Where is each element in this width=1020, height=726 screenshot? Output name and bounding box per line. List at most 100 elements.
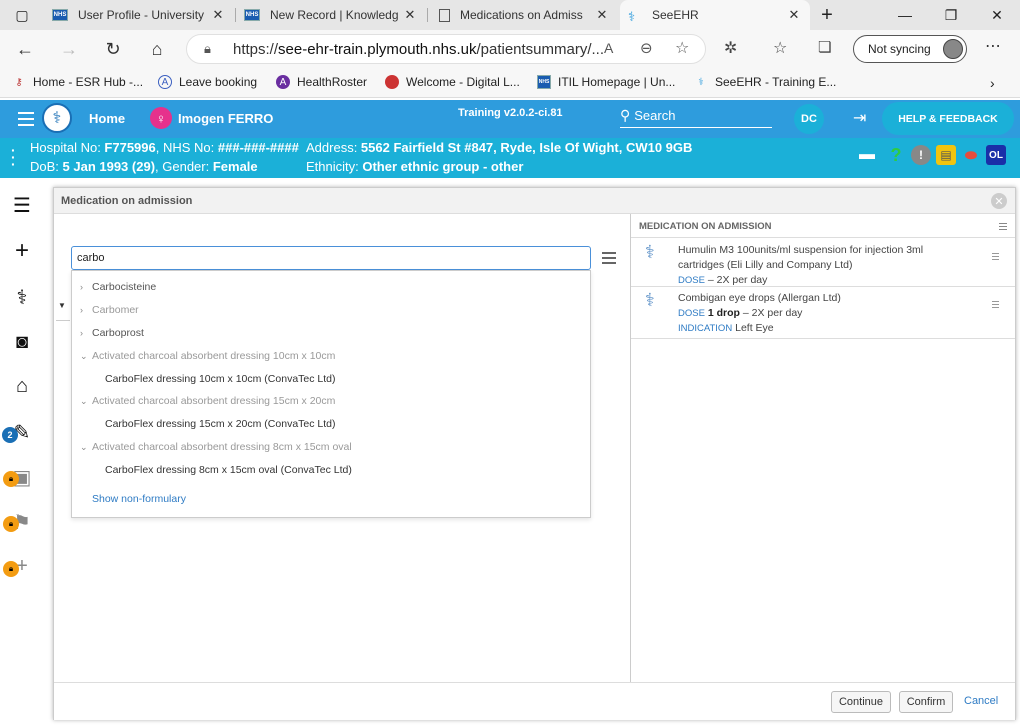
bookmark-leave-booking[interactable]: A Leave booking xyxy=(158,75,257,89)
version-label: Training v2.0.2-ci.81 xyxy=(458,107,563,119)
question-icon[interactable]: ? xyxy=(886,145,906,165)
banner-menu-icon[interactable]: · · · xyxy=(11,143,16,171)
page-icon xyxy=(439,8,450,22)
minimize-icon[interactable]: — xyxy=(882,0,928,30)
patient-name[interactable]: Imogen FERRO xyxy=(178,111,273,126)
key-icon: ⚷ xyxy=(15,76,23,88)
logout-icon[interactable]: ⇥ xyxy=(853,108,866,128)
medication-list-header: MEDICATION ON ADMISSION xyxy=(631,214,1015,238)
result-item-carboflex-10x10[interactable]: CarboFlex dressing 10cm x 10cm (ConvaTec… xyxy=(105,373,336,385)
new-tab-icon[interactable]: + xyxy=(808,0,846,30)
hospital-icon[interactable]: ⌂ xyxy=(9,374,35,398)
search-icon: ⚲ xyxy=(620,107,631,123)
address-line: Address: 5562 Fairfield St #847, Ryde, I… xyxy=(306,140,693,155)
confirm-button[interactable]: Confirm xyxy=(899,691,953,713)
a-icon: A xyxy=(158,75,172,89)
favorite-add-icon[interactable]: ☆ xyxy=(675,38,689,58)
female-patient-icon: ♀ xyxy=(150,107,172,129)
bookmark-healthroster[interactable]: A HealthRoster xyxy=(276,75,367,89)
help-feedback-button[interactable]: HELP & FEEDBACK xyxy=(882,102,1014,135)
bookmark-itil[interactable]: NHS ITIL Homepage | Un... xyxy=(537,75,675,89)
list-icon[interactable]: ☰ xyxy=(9,193,35,217)
camera-icon[interactable]: ◙ xyxy=(9,330,35,354)
bookmark-seeehr-training[interactable]: ⚕ SeeEHR - Training E... xyxy=(694,75,836,89)
chevron-down-icon: ⌄ xyxy=(80,351,88,361)
bookmark-esr-hub[interactable]: ⚷ Home - ESR Hub -... xyxy=(12,75,143,89)
stethoscope-icon[interactable]: ⚕ xyxy=(9,285,35,309)
extensions-icon[interactable]: ✲ xyxy=(724,38,737,58)
medication-item-combigan[interactable]: ⚕ Combigan eye drops (Allergan Ltd) DOSE… xyxy=(631,287,1015,339)
chevron-right-icon: › xyxy=(80,328,83,338)
home-icon[interactable]: ⌂ xyxy=(142,34,172,64)
restore-icon[interactable]: ❐ xyxy=(928,0,974,30)
result-item-carboflex-8x15[interactable]: CarboFlex dressing 8cm x 15cm oval (Conv… xyxy=(105,464,352,476)
more-icon[interactable]: ⋯ xyxy=(985,36,1001,56)
bookmark-digital-learning[interactable]: Welcome - Digital L... xyxy=(385,75,520,89)
chevron-right-icon[interactable]: › xyxy=(990,75,995,91)
show-non-formulary-link[interactable]: Show non-formulary xyxy=(92,493,186,505)
expand-triangle-icon[interactable]: ▼ xyxy=(58,301,66,310)
chevron-right-icon: › xyxy=(80,305,83,315)
banner-icons: ▬ ? ! ▤ ⬬ OL xyxy=(853,145,1006,165)
close-tab-icon[interactable]: ✕ xyxy=(210,7,226,23)
chevron-down-icon: ⌄ xyxy=(80,442,88,452)
lock-icon[interactable]: 🔒︎ xyxy=(204,41,211,57)
menu-icon[interactable] xyxy=(992,253,999,260)
search-results-dropdown: › Carbocisteine › Carbomer › Carboprost ⌄ Ac… xyxy=(71,270,591,518)
menu-icon[interactable] xyxy=(18,112,34,126)
modal-title: Medication on admission xyxy=(54,188,1015,214)
tab-actions-icon[interactable]: ▢ xyxy=(0,0,44,30)
pill-icon[interactable]: ⬬ xyxy=(961,145,981,165)
browser-tab-new-record[interactable]: NHS New Record | Knowledg ✕ xyxy=(236,0,426,30)
medication-icon: ⚕ xyxy=(645,290,655,310)
menu-icon[interactable] xyxy=(602,252,616,264)
favorites-icon[interactable]: ☆ xyxy=(773,38,787,58)
forward-icon[interactable]: → xyxy=(54,34,84,64)
collections-icon[interactable]: ❏ xyxy=(818,38,831,56)
result-group-carbomer[interactable]: › Carbomer xyxy=(80,304,139,316)
zoom-icon[interactable]: ⊖ xyxy=(640,39,653,57)
result-group-charcoal-15x20[interactable]: ⌄ Activated charcoal absorbent dressing 1… xyxy=(80,395,335,407)
clipboard-icon[interactable]: ▤ xyxy=(936,145,956,165)
result-group-charcoal-8x15[interactable]: ⌄ Activated charcoal absorbent dressing 8… xyxy=(80,441,352,453)
browser-tab-medications[interactable]: Medications on Admiss ✕ xyxy=(428,0,618,30)
bed-icon[interactable]: ▬ xyxy=(853,145,881,165)
reload-icon[interactable]: ↻ xyxy=(98,34,128,64)
browser-tab-user-profile[interactable]: NHS User Profile - University ✕ xyxy=(44,0,234,30)
result-item-carboflex-15x20[interactable]: CarboFlex dressing 15cm x 20cm (ConvaTec… xyxy=(105,418,336,430)
nhs-icon: NHS xyxy=(244,9,260,21)
menu-icon[interactable] xyxy=(999,223,1007,230)
medication-modal: Medication on admission ✕ ▼ ›Carbocistei… xyxy=(53,187,1016,720)
result-group-carboprost[interactable]: › Carboprost xyxy=(80,327,144,339)
menu-icon[interactable] xyxy=(992,301,999,308)
medication-item-humulin[interactable]: ⚕ Humulin M3 100units/ml suspension for … xyxy=(631,239,1015,287)
result-group-carbocisteine[interactable]: › Carbocisteine xyxy=(80,281,156,293)
medication-search-input[interactable] xyxy=(71,246,591,270)
close-tab-icon[interactable]: ✕ xyxy=(594,7,610,23)
bookmarks-bar: ⚷ Home - ESR Hub -... A Leave booking A Hea… xyxy=(0,68,1020,98)
globe-icon xyxy=(385,75,399,89)
close-tab-icon[interactable]: ✕ xyxy=(786,7,802,23)
ol-badge[interactable]: OL xyxy=(986,145,1006,165)
cancel-button[interactable]: Cancel xyxy=(964,695,998,707)
user-avatar[interactable]: DC xyxy=(794,104,824,134)
seeehr-logo: ⚕ xyxy=(42,103,72,133)
result-group-charcoal-10x10[interactable]: ⌄ Activated charcoal absorbent dressing 1… xyxy=(80,350,335,362)
continue-button[interactable]: Continue xyxy=(831,691,891,713)
read-aloud-icon[interactable]: A xyxy=(604,40,613,56)
url-input[interactable]: https://see-ehr-train.plymouth.nhs.uk/pa… xyxy=(186,34,706,64)
add-icon[interactable]: + xyxy=(9,237,35,264)
home-link[interactable]: Home xyxy=(89,111,125,126)
address-bar-row: ← → ↻ ⌂ https://see-ehr-train.plymouth.n… xyxy=(0,30,1020,68)
alert-icon[interactable]: ! xyxy=(911,145,931,165)
close-tab-icon[interactable]: ✕ xyxy=(402,7,418,23)
avatar xyxy=(943,39,963,59)
lock-icon: 🔒︎ xyxy=(3,471,19,487)
search-field[interactable]: ⚲ Search xyxy=(620,104,772,128)
profile-sync-button[interactable]: Not syncing xyxy=(853,35,967,63)
browser-tab-seeehr[interactable]: ⚕ SeeEHR ✕ xyxy=(620,0,810,30)
seeehr-icon: ⚕ xyxy=(628,9,636,24)
back-icon[interactable]: ← xyxy=(10,34,40,64)
close-window-icon[interactable]: ✕ xyxy=(974,0,1020,30)
close-icon[interactable]: ✕ xyxy=(991,193,1007,209)
